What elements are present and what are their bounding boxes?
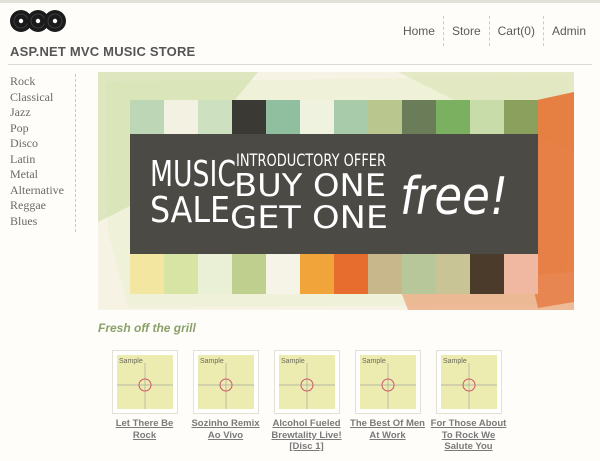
- album-card[interactable]: Sample The Best Of Men At Work: [347, 350, 428, 453]
- album-title-link[interactable]: Sozinho Remix Ao Vivo: [185, 418, 266, 441]
- thumb-label: Sample: [200, 358, 224, 365]
- album-thumbnail[interactable]: Sample: [192, 350, 259, 414]
- main-nav: Home Store Cart(0) Admin: [395, 16, 594, 46]
- album-title-link[interactable]: For Those About To Rock We Salute You: [428, 418, 509, 453]
- album-card[interactable]: Sample For Those About To Rock We Salute…: [428, 350, 509, 453]
- vinyl-records-icon[interactable]: [9, 7, 67, 37]
- promo-banner: MUSIC SALE INTRODUCTORY OFFER BUY ONE GE…: [98, 72, 574, 310]
- banner-get-one: GET ONE: [230, 200, 388, 236]
- genre-item[interactable]: Jazz: [10, 105, 75, 121]
- genre-item[interactable]: Rock: [10, 74, 75, 90]
- thumb-label: Sample: [443, 358, 467, 365]
- album-title-link[interactable]: Let There Be Rock: [104, 418, 185, 441]
- genre-item[interactable]: Classical: [10, 90, 75, 106]
- album-card[interactable]: Sample Alcohol Fueled Brewtality Live! […: [266, 350, 347, 453]
- album-thumbnail[interactable]: Sample: [111, 350, 178, 414]
- banner-word-sale: SALE: [150, 190, 230, 231]
- album-thumbnail[interactable]: Sample: [435, 350, 502, 414]
- banner-word-music: MUSIC: [150, 154, 236, 195]
- genre-item[interactable]: Pop: [10, 121, 75, 137]
- genre-item[interactable]: Blues: [10, 214, 75, 230]
- thumb-label: Sample: [119, 358, 143, 365]
- album-title-link[interactable]: Alcohol Fueled Brewtality Live! [Disc 1]: [266, 418, 347, 453]
- genre-item[interactable]: Disco: [10, 136, 75, 152]
- album-card[interactable]: Sample Sozinho Remix Ao Vivo: [185, 350, 266, 453]
- album-card[interactable]: Sample Let There Be Rock: [104, 350, 185, 453]
- heading-plain: Fresh: [98, 321, 131, 335]
- album-grid: Sample Let There Be Rock Sample Sozinho …: [104, 350, 509, 453]
- album-thumbnail[interactable]: Sample: [273, 350, 340, 414]
- header-divider: [8, 64, 592, 65]
- genre-list: Rock Classical Jazz Pop Disco Latin Meta…: [10, 74, 76, 232]
- album-thumbnail[interactable]: Sample: [354, 350, 421, 414]
- genre-item[interactable]: Reggae: [10, 198, 75, 214]
- nav-cart-link[interactable]: Cart(0): [488, 16, 543, 46]
- section-heading: Fresh off the grill: [98, 321, 196, 335]
- genre-item[interactable]: Alternative: [10, 183, 75, 199]
- nav-admin-link[interactable]: Admin: [542, 16, 594, 46]
- banner-buy-one: BUY ONE: [234, 168, 386, 204]
- nav-store-link[interactable]: Store: [442, 16, 489, 46]
- heading-emphasis: off the grill: [134, 321, 196, 335]
- nav-home-link[interactable]: Home: [395, 16, 443, 46]
- banner-free-script: free!: [400, 167, 508, 227]
- top-border: [0, 0, 600, 3]
- store-title: ASP.NET MVC MUSIC STORE: [10, 44, 196, 59]
- thumb-label: Sample: [281, 358, 305, 365]
- genre-item[interactable]: Metal: [10, 167, 75, 183]
- album-title-link[interactable]: The Best Of Men At Work: [347, 418, 428, 441]
- genre-item[interactable]: Latin: [10, 152, 75, 168]
- thumb-label: Sample: [362, 358, 386, 365]
